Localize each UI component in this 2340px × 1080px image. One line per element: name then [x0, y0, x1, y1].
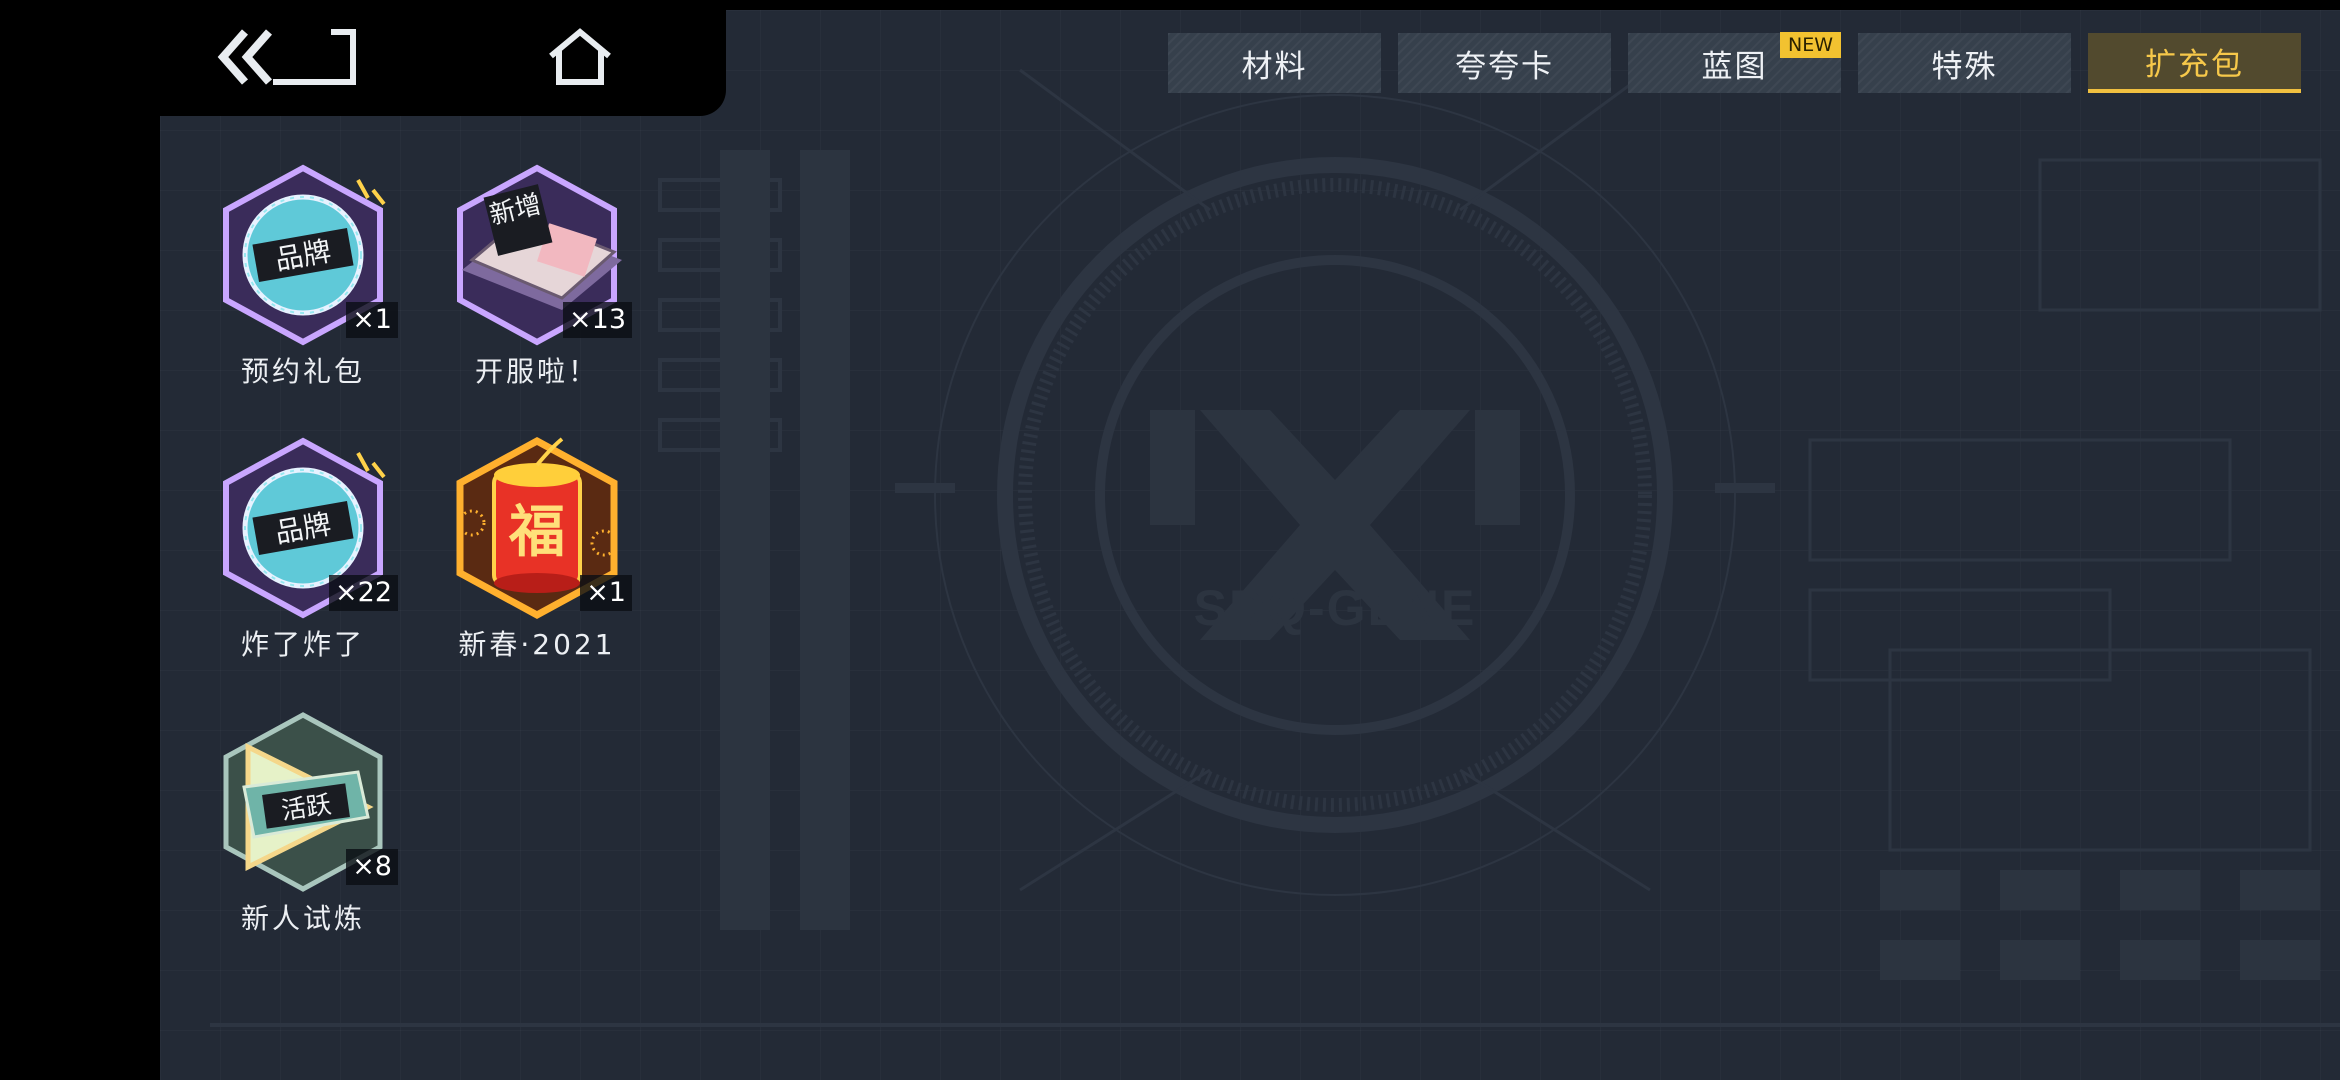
- tab-label: 夸夸卡: [1455, 48, 1554, 85]
- inventory-item[interactable]: 品牌 ×1 预约礼包: [198, 160, 408, 430]
- item-name: 预约礼包: [240, 355, 365, 388]
- tab-label: 特殊: [1931, 48, 1998, 85]
- top-nav-bar: [0, 0, 726, 116]
- double-chevron-left-back-icon: [217, 29, 356, 85]
- home-button[interactable]: [505, 22, 655, 92]
- item-name: 新春·2021: [458, 628, 616, 661]
- new-badge: NEW: [1779, 32, 1841, 58]
- item-count: ×22: [329, 575, 398, 611]
- tab-label: 材料: [1241, 48, 1308, 85]
- tab-expansion-packs[interactable]: 扩充包: [2088, 33, 2301, 93]
- item-name: 开服啦！: [474, 355, 599, 388]
- back-button[interactable]: [212, 22, 362, 92]
- item-name: 新人试炼: [240, 902, 365, 935]
- tab-label: 蓝图: [1701, 48, 1768, 85]
- item-count: ×8: [346, 849, 398, 885]
- tab-blueprints[interactable]: 蓝图 NEW: [1628, 32, 1841, 93]
- tab-materials[interactable]: 材料: [1168, 33, 1381, 93]
- inventory-item[interactable]: 新增 ×13 开服啦！: [432, 160, 642, 430]
- item-name: 炸了炸了: [240, 628, 365, 661]
- icon-text: 福: [508, 499, 565, 565]
- item-count: ×1: [580, 575, 632, 611]
- app-screen: SDQ-GENE 材料 夸夸卡 蓝图 NEW 特殊 扩充包 品牌 ×1 预约礼包…: [0, 0, 2340, 1080]
- item-count: ×13: [563, 302, 632, 338]
- tab-praise-cards[interactable]: 夸夸卡: [1398, 33, 1611, 93]
- background-logo-text: SDQ-GENE: [1194, 580, 1477, 636]
- home-icon: [549, 28, 611, 85]
- inventory-item[interactable]: 活跃 ×8 新人试炼: [198, 707, 408, 977]
- item-count: ×1: [346, 302, 398, 338]
- tab-label: 扩充包: [2145, 46, 2244, 83]
- tab-special[interactable]: 特殊: [1858, 33, 2071, 93]
- inventory-item[interactable]: 福 ×1 新春·2021: [432, 433, 642, 703]
- inventory-item[interactable]: 品牌 ×22 炸了炸了: [198, 433, 408, 703]
